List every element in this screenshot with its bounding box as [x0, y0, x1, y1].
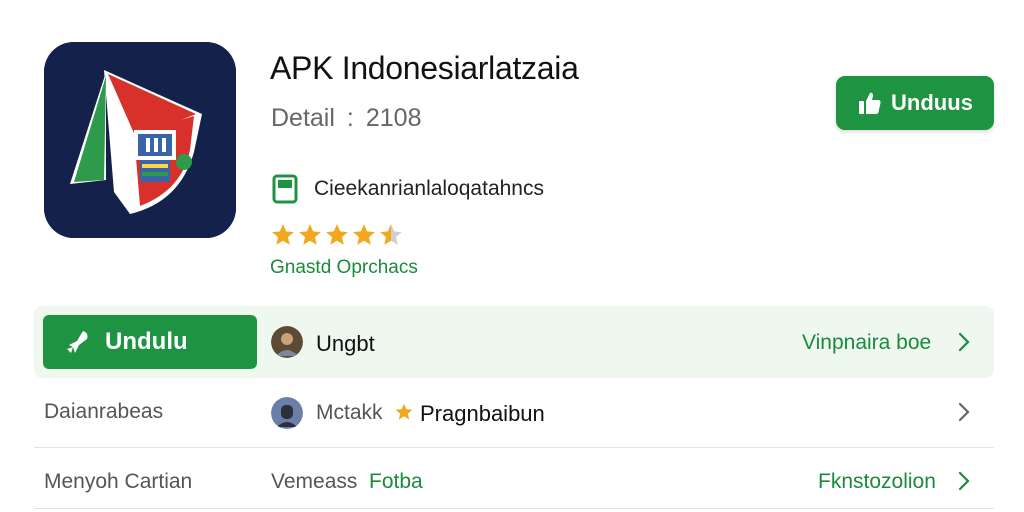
row-left-label: Menyoh Cartian [44, 470, 193, 493]
divider [34, 447, 994, 448]
chevron-right-icon[interactable] [957, 470, 971, 492]
row-left-label: Daianrabeas [44, 400, 164, 423]
row-right-link[interactable]: Vinpnaira boe [802, 331, 931, 355]
rating-stars [270, 222, 404, 248]
chevron-right-icon[interactable] [957, 401, 971, 423]
row-center-text-b: Pragnbaibun [420, 401, 545, 426]
app-title: APK Indonesiarlatzaia [270, 50, 579, 86]
detail-value: 2108 [365, 104, 422, 132]
download-button-label: Unduus [891, 90, 973, 115]
star-icon [326, 224, 348, 245]
row-download-button[interactable]: Undulu [43, 315, 257, 369]
publisher-link[interactable]: Gnastd Oprchacs [270, 257, 418, 279]
row-download-label: Undulu [105, 328, 188, 355]
row-center-text-a: Mctakk [316, 401, 383, 424]
avatar-icon [271, 326, 303, 358]
download-button[interactable]: Unduus [836, 76, 994, 130]
detail-separator: : [346, 104, 354, 132]
thumbs-up-icon [859, 92, 881, 114]
chevron-right-icon[interactable] [957, 331, 971, 353]
avatar-icon [271, 397, 303, 429]
row-center-text-a: Vemeass [271, 470, 358, 493]
app-logo-icon [44, 42, 236, 238]
rocket-icon [67, 331, 88, 353]
row-center-text-b[interactable]: Fotba [369, 470, 423, 494]
detail-label: Detail [271, 104, 335, 132]
row-right-link[interactable]: Fknstozolion [818, 470, 936, 494]
star-icon [272, 224, 294, 245]
star-icon [395, 403, 413, 420]
row-center-text: Ungbt [316, 331, 375, 356]
star-icon [380, 224, 402, 245]
category-label: Cieekanrianlaloqatahncs [314, 177, 544, 200]
star-icon [353, 224, 375, 245]
book-icon [272, 174, 298, 204]
star-icon [299, 224, 321, 245]
divider [34, 508, 994, 509]
detail-row: Detail : 2108 [271, 104, 422, 133]
category-row: Cieekanrianlaloqatahncs [272, 174, 544, 204]
